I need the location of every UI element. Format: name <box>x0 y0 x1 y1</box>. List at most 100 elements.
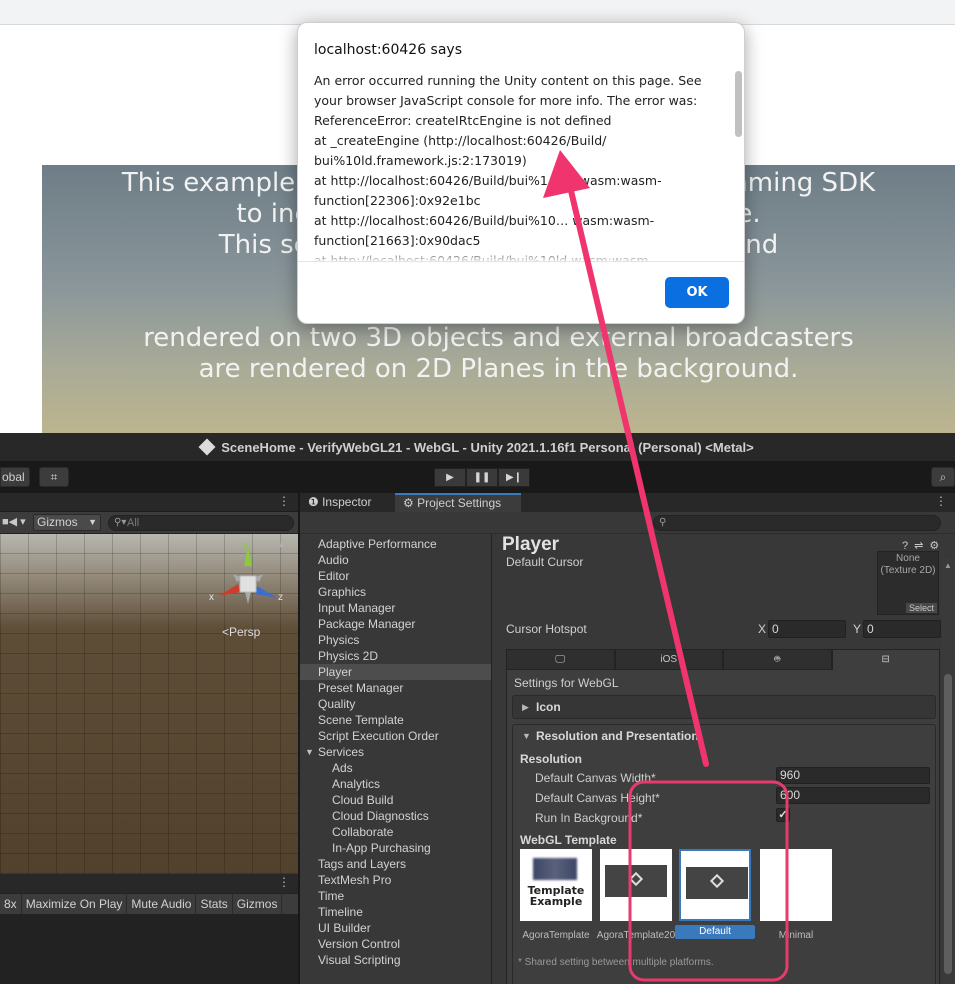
sidebar-item-timeline[interactable]: Timeline <box>300 904 491 920</box>
tab-project-settings-label: Project Settings <box>417 496 502 510</box>
sidebar-item-label: Preset Manager <box>318 681 404 695</box>
sidebar-item-input-manager[interactable]: Input Manager <box>300 600 491 616</box>
tab-inspector[interactable]: ❶ Inspector <box>300 493 395 512</box>
camera-icon[interactable]: ■◀ ▾ <box>2 515 26 528</box>
sidebar-item-label: Physics <box>318 633 360 647</box>
dialog-scrollbar[interactable] <box>735 71 742 137</box>
sidebar-item-label: Input Manager <box>318 601 396 615</box>
template-agora[interactable]: Template Example <box>520 849 592 921</box>
tab-webgl[interactable]: ⊟ <box>831 649 940 670</box>
scroll-up-icon[interactable]: ▲ <box>944 561 952 570</box>
sidebar-item-label: Quality <box>318 697 356 711</box>
unity-window-title: SceneHome - VerifyWebGL21 - WebGL - Unit… <box>221 439 754 455</box>
hotspot-x-field[interactable]: 0 <box>768 620 846 638</box>
sidebar-item-label: Services <box>318 745 365 759</box>
select-texture-button[interactable]: Select <box>905 603 937 613</box>
scene-viewport[interactable]: y x z 🔒︎ <Persp <box>0 534 298 874</box>
sidebar-item-audio[interactable]: Audio <box>300 552 491 568</box>
sidebar-item-cloud-diagnostics[interactable]: Cloud Diagnostics <box>300 808 491 824</box>
hotspot-y-field[interactable]: 0 <box>863 620 941 638</box>
default-cursor-label: Default Cursor <box>506 555 584 569</box>
cursor-texture-field[interactable]: None (Texture 2D) Select <box>877 551 939 615</box>
collab-icon[interactable]: ⌗ <box>39 467 69 487</box>
sidebar-item-tags-and-layers[interactable]: Tags and Layers <box>300 856 491 872</box>
gizmos-dropdown[interactable]: Gizmos ▼ <box>33 514 101 531</box>
kebab-menu-icon[interactable]: ⋮ <box>278 494 290 508</box>
tab-standalone[interactable]: 🖵︎ <box>506 649 615 670</box>
sidebar-item-package-manager[interactable]: Package Manager <box>300 616 491 632</box>
sidebar-item-adaptive-performance[interactable]: Adaptive Performance <box>300 536 491 552</box>
sidebar-item-preset-manager[interactable]: Preset Manager <box>300 680 491 696</box>
icon-foldout[interactable]: ▶ Icon <box>512 695 936 719</box>
template-minimal[interactable] <box>760 849 832 921</box>
sidebar-item-in-app-purchasing[interactable]: In-App Purchasing <box>300 840 491 856</box>
sidebar-item-version-control[interactable]: Version Control <box>300 936 491 952</box>
sidebar-item-label: Tags and Layers <box>318 857 407 871</box>
mute-audio-toggle[interactable]: Mute Audio <box>127 894 197 914</box>
sidebar-item-ui-builder[interactable]: UI Builder <box>300 920 491 936</box>
search-icon: ⚲ <box>659 517 667 528</box>
canvas-height-field[interactable]: 600 <box>776 787 930 804</box>
sidebar-item-physics-2d[interactable]: Physics 2D <box>300 648 491 664</box>
play-button[interactable]: ▶ <box>434 468 466 487</box>
axis-y-label: y <box>243 540 248 551</box>
settings-search-input[interactable]: ⚲ <box>653 515 941 531</box>
platform-tabs: 🖵︎ iOS 🤖︎ ⊟ <box>506 649 940 670</box>
sidebar-item-quality[interactable]: Quality <box>300 696 491 712</box>
resolution-foldout[interactable]: ▼ Resolution and Presentation Resolution… <box>512 724 936 984</box>
sidebar-item-label: Cloud Build <box>332 793 394 807</box>
sidebar-item-editor[interactable]: Editor <box>300 568 491 584</box>
maximize-on-play-toggle[interactable]: Maximize On Play <box>22 894 128 914</box>
sidebar-item-cloud-build[interactable]: Cloud Build <box>300 792 491 808</box>
orientation-gizmo-icon[interactable]: y x z <box>205 540 295 620</box>
scene-tab-header: ⋮ <box>0 493 298 512</box>
game-scale-button[interactable]: 8x <box>0 894 22 914</box>
tab-android[interactable]: 🤖︎ <box>723 649 832 670</box>
pause-button[interactable]: ❚❚ <box>466 468 498 487</box>
template-agora20-name: AgoraTemplate20 <box>596 930 676 941</box>
chevron-down-icon[interactable]: ▼ <box>305 744 314 760</box>
stats-toggle[interactable]: Stats <box>196 894 233 914</box>
game-viewport[interactable] <box>0 915 298 984</box>
scene-search-input[interactable]: ⚲▾ All <box>108 515 294 531</box>
dialog-title: localhost:60426 says <box>314 42 462 58</box>
sidebar-item-ads[interactable]: Ads <box>300 760 491 776</box>
sidebar-item-label: Scene Template <box>318 713 404 727</box>
sidebar-item-textmesh-pro[interactable]: TextMesh Pro <box>300 872 491 888</box>
run-in-background-checkbox[interactable]: ✓ <box>776 808 790 822</box>
sidebar-item-label: Ads <box>332 761 353 775</box>
template-default[interactable] <box>679 849 751 921</box>
perspective-label[interactable]: <Persp <box>222 625 260 639</box>
sidebar-item-analytics[interactable]: Analytics <box>300 776 491 792</box>
kebab-menu-icon[interactable]: ⋮ <box>935 494 947 508</box>
sidebar-item-services[interactable]: ▼ Services <box>300 744 491 760</box>
sidebar-item-physics[interactable]: Physics <box>300 632 491 648</box>
sidebar-item-player[interactable]: Player <box>300 664 491 680</box>
sidebar-item-time[interactable]: Time <box>300 888 491 904</box>
scrollbar-thumb[interactable] <box>944 674 952 974</box>
hotspot-x-label: X <box>758 622 767 636</box>
tab-project-settings[interactable]: ⚙ Project Settings <box>395 493 521 512</box>
sidebar-item-visual-scripting[interactable]: Visual Scripting <box>300 952 491 968</box>
lock-icon[interactable]: 🔒︎ <box>279 539 284 550</box>
global-toggle-button[interactable]: obal <box>0 467 30 487</box>
sidebar-item-scene-template[interactable]: Scene Template <box>300 712 491 728</box>
tab-ios[interactable]: iOS <box>614 649 723 670</box>
sidebar-item-graphics[interactable]: Graphics <box>300 584 491 600</box>
chevron-right-icon: ▶ <box>522 702 529 712</box>
search-icon[interactable]: ⌕ <box>931 467 955 487</box>
ok-button[interactable]: OK <box>665 277 729 308</box>
webgl-settings-body: Settings for WebGL ▶ Icon ▼ Resolution a… <box>506 670 940 984</box>
template-preview-text: Template Example <box>527 884 585 908</box>
template-agora20[interactable] <box>600 849 672 921</box>
desktop-icon: 🖵︎ <box>555 654 566 665</box>
step-button[interactable]: ▶❙ <box>498 468 530 487</box>
cursor-texture-value: None (Texture 2D) <box>880 553 936 576</box>
game-gizmos-toggle[interactable]: Gizmos <box>233 894 283 914</box>
sidebar-item-collaborate[interactable]: Collaborate <box>300 824 491 840</box>
sidebar-item-label: Script Execution Order <box>318 729 439 743</box>
kebab-menu-icon[interactable]: ⋮ <box>278 875 290 889</box>
sidebar-item-script-execution-order[interactable]: Script Execution Order <box>300 728 491 744</box>
canvas-width-field[interactable]: 960 <box>776 767 930 784</box>
axis-x-label: x <box>209 592 214 603</box>
